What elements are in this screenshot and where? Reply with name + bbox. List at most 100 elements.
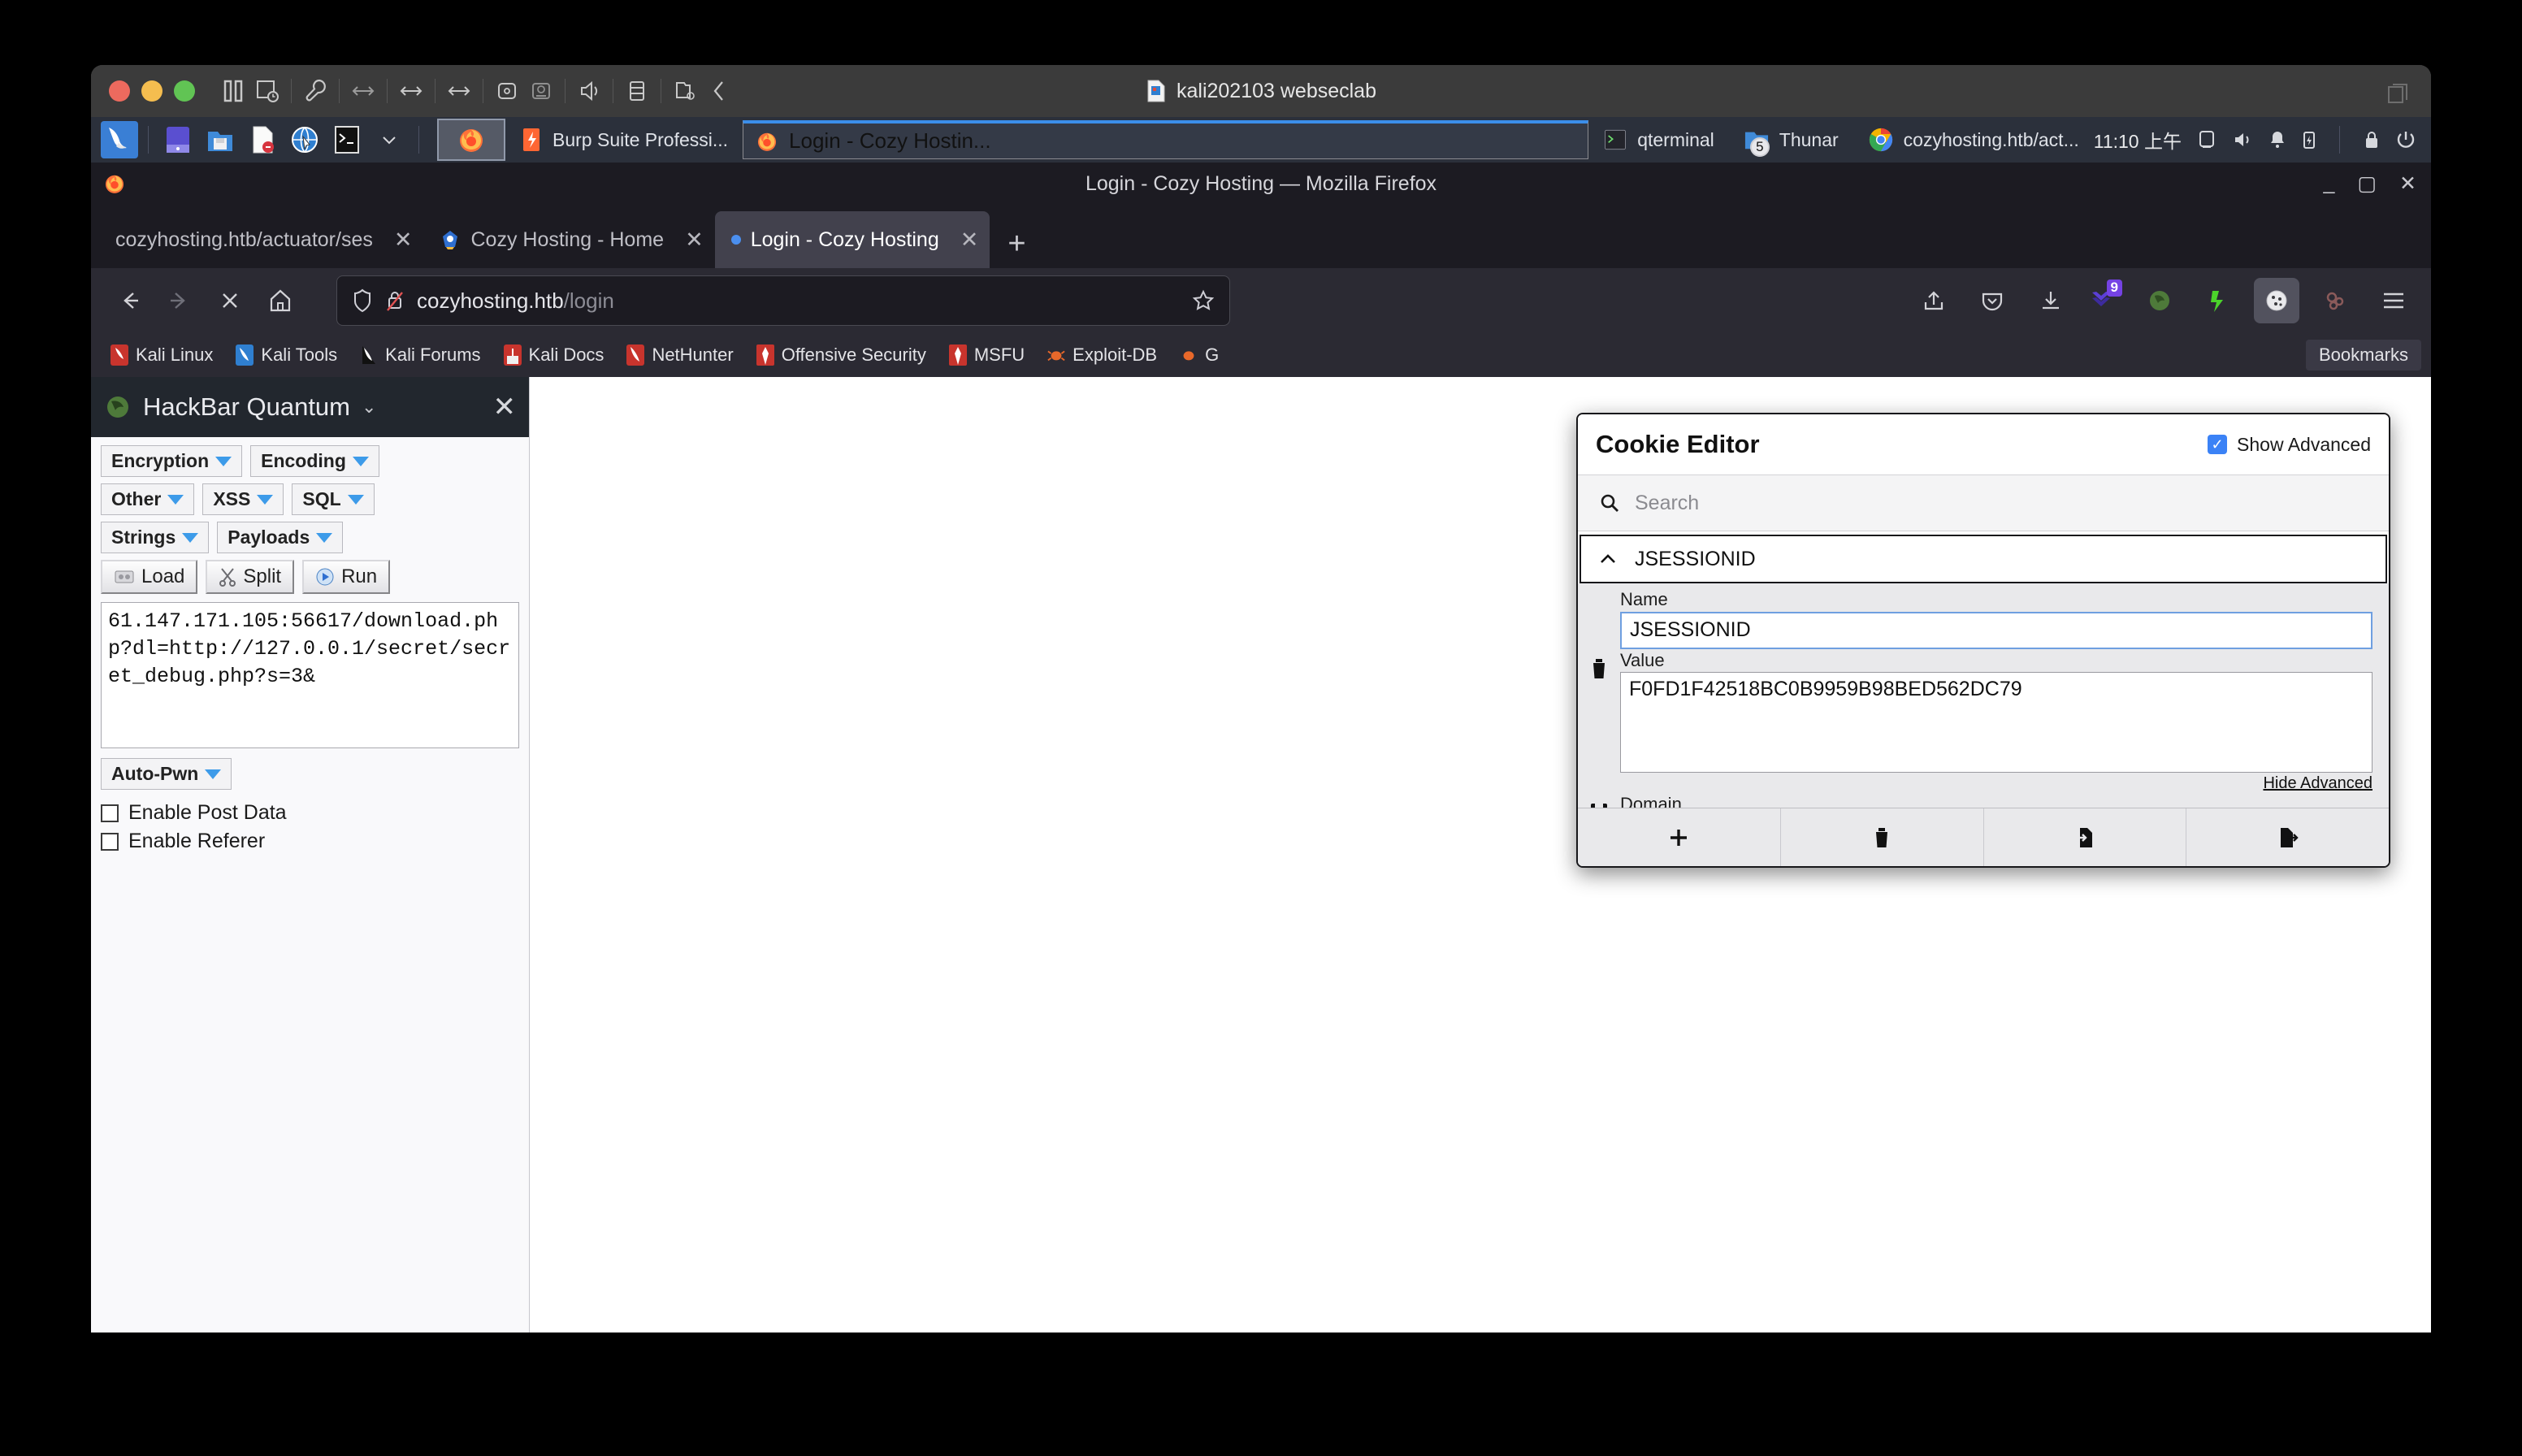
cookie-editor-actions[interactable] (1578, 808, 2389, 866)
new-tab-button[interactable]: + (990, 227, 1043, 268)
taskbar-item-qterminal[interactable]: qterminal (1588, 117, 1729, 162)
cookie-search-field[interactable]: Search (1578, 474, 2389, 531)
cookie-actions-gutter[interactable] (1578, 588, 1620, 808)
snapshot-icon[interactable] (250, 74, 284, 108)
cookie-name-input[interactable]: JSESSIONID (1620, 612, 2372, 649)
delete-all-button[interactable] (1781, 808, 1984, 866)
audio-icon[interactable] (572, 74, 606, 108)
enable-referer-row[interactable]: Enable Referer (101, 830, 519, 853)
close-icon[interactable]: ✕ (960, 228, 979, 253)
taskbar-item-thunar[interactable]: 5 Thunar (1729, 117, 1853, 162)
bookmark-offensive-security[interactable]: Offensive Security (747, 341, 936, 369)
shared-folder-icon[interactable] (668, 74, 702, 108)
share-icon[interactable] (1911, 278, 1956, 323)
enable-referer-checkbox[interactable] (101, 833, 119, 851)
url-bar[interactable]: cozyhosting.htb/login (336, 275, 1230, 326)
wappalyzer-icon[interactable] (2195, 278, 2241, 323)
hackbar-autopwn-row[interactable]: Auto-Pwn (101, 758, 519, 790)
web-browser-icon[interactable] (287, 122, 323, 158)
taskbar-item-burpsuite[interactable]: Burp Suite Professi... (505, 117, 743, 162)
hackbar-url-input[interactable]: 61.147.171.105:56617/download.php?dl=htt… (101, 602, 519, 748)
tab-strip[interactable]: cozyhosting.htb/actuator/ses ✕ Cozy Host… (91, 205, 2431, 268)
volume-icon[interactable] (2232, 129, 2253, 150)
encoding-menu-button[interactable]: Encoding (250, 445, 379, 477)
home-icon[interactable] (257, 277, 304, 324)
show-advanced-checkbox[interactable]: ✓ (2208, 435, 2227, 454)
shield-icon[interactable] (352, 288, 373, 313)
taskbar-item-chrome[interactable]: cozyhosting.htb/act... (1853, 117, 2094, 162)
tab-login-cozy-hosting[interactable]: Login - Cozy Hosting ✕ (715, 211, 990, 268)
other-menu-button[interactable]: Other (101, 483, 194, 515)
restore-window-icon[interactable] (2386, 81, 2410, 106)
payloads-menu-button[interactable]: Payloads (217, 522, 343, 553)
bookmark-kali-tools[interactable]: Kali Tools (226, 341, 347, 369)
save-icon[interactable] (1588, 801, 1610, 808)
minimize-window-button[interactable] (141, 80, 162, 102)
run-button[interactable]: Run (302, 560, 390, 594)
auto-pwn-button[interactable]: Auto-Pwn (101, 758, 232, 790)
hackbar-menu-row-3[interactable]: Strings Payloads (101, 522, 519, 553)
pocket-icon[interactable] (1970, 278, 2015, 323)
enable-post-data-row[interactable]: Enable Post Data (101, 801, 519, 825)
hide-advanced-link[interactable]: Hide Advanced (1620, 774, 2372, 793)
kali-dragon-icon[interactable] (99, 120, 140, 159)
bell-icon[interactable] (2268, 129, 2287, 150)
strings-menu-button[interactable]: Strings (101, 522, 209, 553)
clock[interactable]: 11:10 上午 (2094, 126, 2182, 154)
display-icon[interactable] (2196, 129, 2217, 150)
kali-taskbar[interactable]: Burp Suite Professi... Login - Cozy Host… (91, 117, 2431, 162)
vm-toolbar[interactable] (216, 74, 736, 108)
maximize-window-button[interactable] (174, 80, 195, 102)
terminal-app-icon[interactable] (160, 122, 196, 158)
bookmark-kali-linux[interactable]: Kali Linux (101, 341, 223, 369)
export-button[interactable] (2186, 808, 2389, 866)
chevron-up-icon[interactable] (1599, 552, 1617, 566)
trash-icon[interactable] (1588, 656, 1610, 681)
terminal-icon[interactable] (329, 122, 365, 158)
insecure-lock-icon[interactable] (384, 288, 405, 313)
stop-x-icon[interactable] (206, 277, 254, 324)
enable-post-data-checkbox[interactable] (101, 804, 119, 822)
collapse-icon[interactable] (702, 74, 736, 108)
chevron-down-icon[interactable] (371, 122, 407, 158)
bookmark-nethunter[interactable]: NetHunter (617, 341, 743, 369)
encryption-menu-button[interactable]: Encryption (101, 445, 242, 477)
bookmark-msfu[interactable]: MSFU (939, 341, 1034, 369)
window-traffic-lights[interactable] (109, 80, 195, 102)
show-advanced-toggle[interactable]: ✓ Show Advanced (2208, 434, 2371, 456)
close-button[interactable]: ✕ (2399, 171, 2416, 196)
battery-icon[interactable] (2302, 129, 2316, 150)
import-button[interactable] (1984, 808, 2187, 866)
logout-icon[interactable] (2395, 129, 2416, 150)
harddisk-icon[interactable] (490, 74, 524, 108)
cookie-value-input[interactable]: F0FD1F42518BC0B9959B98BED562DC79 (1620, 672, 2372, 773)
tab-actuator-sessions[interactable]: cozyhosting.htb/actuator/ses ✕ (99, 211, 423, 268)
system-tray[interactable]: 11:10 上午 (2094, 126, 2416, 154)
hackbar-action-row[interactable]: Load Split Run (101, 560, 519, 594)
close-icon[interactable]: ✕ (394, 228, 413, 253)
star-icon[interactable] (1192, 289, 1215, 312)
back-arrow-icon[interactable] (106, 277, 153, 324)
network2-icon[interactable] (394, 74, 428, 108)
firefox-window-controls[interactable]: _ ▢ ✕ (2324, 171, 2416, 196)
navigation-toolbar[interactable]: cozyhosting.htb/login 9 (91, 268, 2431, 333)
settings-wrench-icon[interactable] (298, 74, 332, 108)
hamburger-menu-icon[interactable] (2371, 278, 2416, 323)
firefox-taskbar-cell[interactable] (437, 119, 505, 161)
load-button[interactable]: Load (101, 560, 197, 594)
tab-cozy-hosting-home[interactable]: Cozy Hosting - Home ✕ (423, 211, 714, 268)
network-icon[interactable] (346, 74, 380, 108)
usb-icon[interactable] (620, 74, 654, 108)
taskbar-item-firefox[interactable]: Login - Cozy Hostin... (743, 120, 1588, 159)
minimize-button[interactable]: _ (2324, 171, 2335, 196)
close-icon[interactable]: ✕ (493, 391, 517, 423)
cookie-list-item-jsessionid[interactable]: JSESSIONID (1580, 535, 2387, 583)
cookie-editor-icon[interactable] (2254, 278, 2299, 323)
bookmark-kali-forums[interactable]: Kali Forums (350, 341, 490, 369)
bookmark-gdb[interactable]: G (1170, 341, 1228, 369)
file-manager-icon[interactable] (202, 122, 238, 158)
foxyproxy-icon[interactable] (2312, 278, 2358, 323)
pause-icon[interactable] (216, 74, 250, 108)
close-icon[interactable]: ✕ (685, 228, 704, 253)
downloads-icon[interactable] (2028, 278, 2074, 323)
